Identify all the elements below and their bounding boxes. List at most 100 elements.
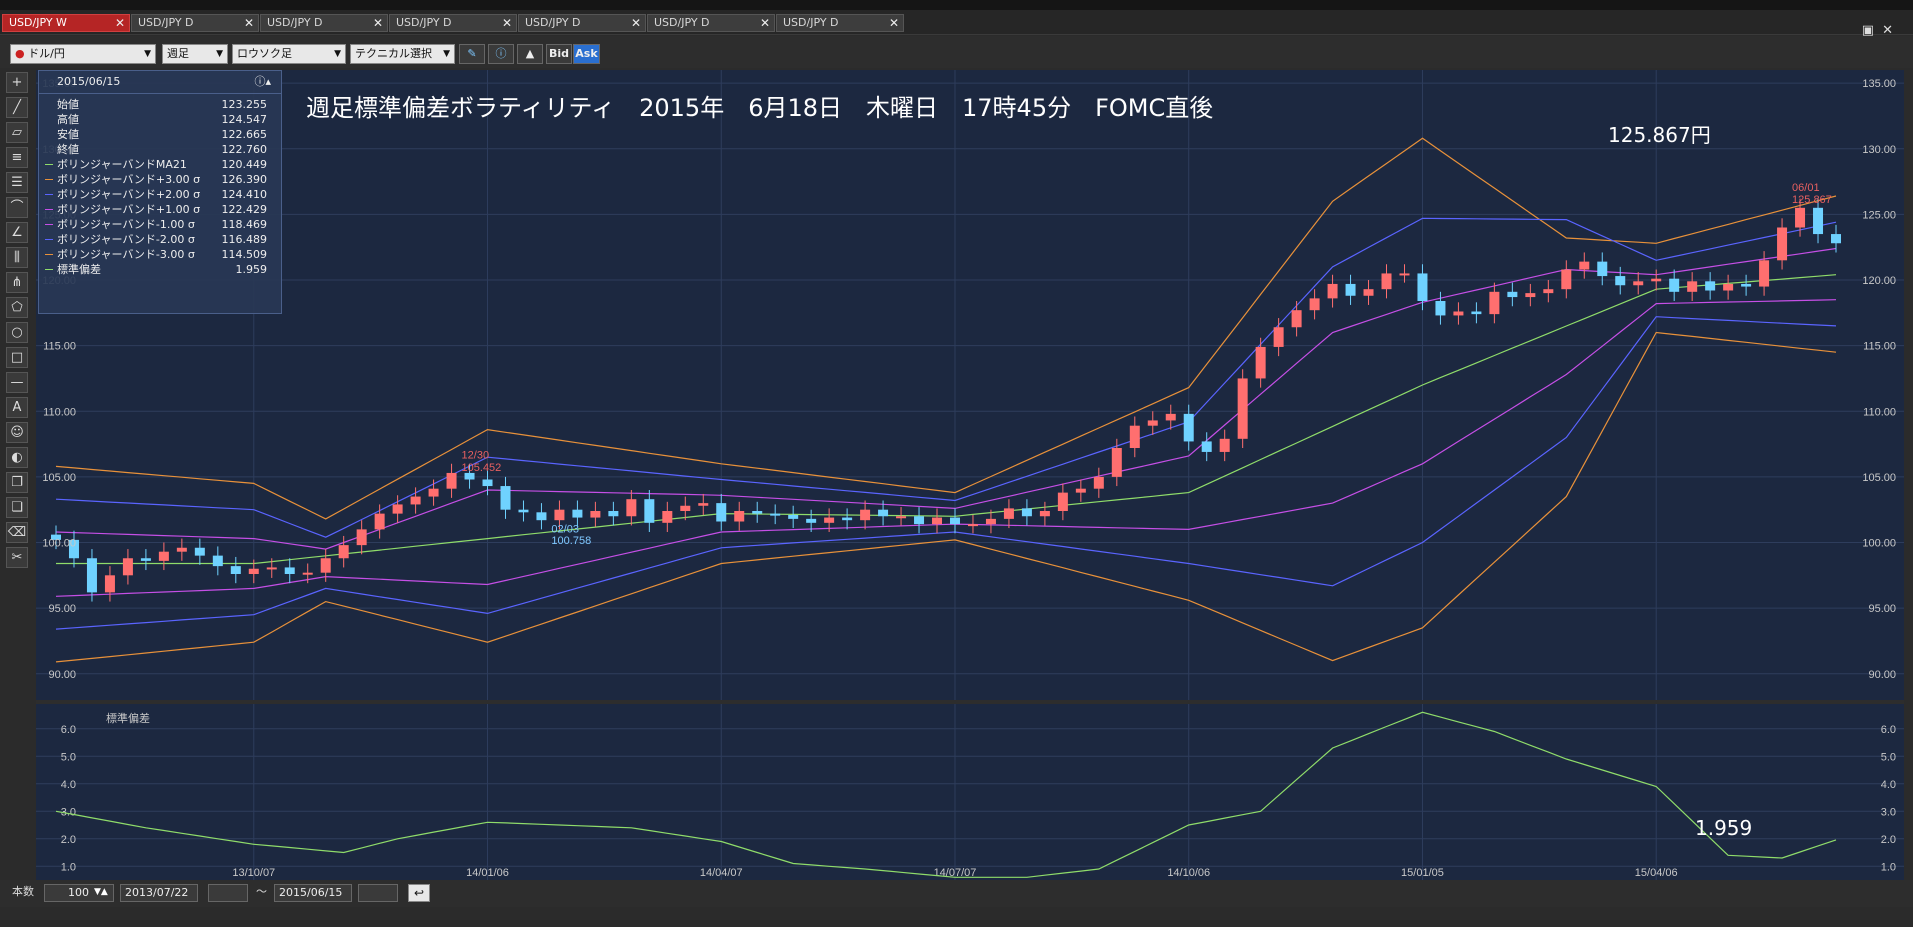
candle-body bbox=[1381, 273, 1392, 290]
tab-usdjpy-d-4[interactable]: USD/JPY D ✕ bbox=[518, 14, 646, 32]
chart-area[interactable]: 135.00135.00130.00130.00125.00125.00120.… bbox=[36, 70, 1904, 880]
to-date-input[interactable]: 2015/06/15 bbox=[274, 884, 352, 902]
legend-value: 116.489 bbox=[221, 233, 268, 246]
legend-row: 終値 122.760 bbox=[39, 142, 279, 157]
drawing-toolbar: + ╱ ▱ ≡ ☰ ⌒ ∠ ⫼ ⋔ ⬠ ○ □ — A ☺ ◐ ❐ ❏ ⌫ ✂ bbox=[6, 72, 30, 572]
tab-usdjpy-d-1[interactable]: USD/JPY D ✕ bbox=[131, 14, 259, 32]
candle-body bbox=[734, 511, 745, 522]
candle-body bbox=[482, 479, 493, 487]
chart-svg[interactable]: 135.00135.00130.00130.00125.00125.00120.… bbox=[36, 70, 1904, 880]
candle-body bbox=[644, 499, 655, 523]
tab-usdjpy-w[interactable]: USD/JPY W ✕ bbox=[2, 14, 130, 32]
tab-label: USD/JPY D bbox=[396, 16, 452, 29]
candle-body bbox=[1561, 269, 1572, 290]
candle-body bbox=[1309, 298, 1320, 311]
legend-swatch bbox=[45, 179, 53, 180]
std-tick-right: 2.0 bbox=[1881, 834, 1896, 846]
eraser-all-icon[interactable]: ✂ bbox=[6, 547, 28, 568]
legend-row: 高値 124.547 bbox=[39, 112, 279, 127]
ruler-icon[interactable]: ▱ bbox=[6, 122, 28, 143]
std-tick-left: 5.0 bbox=[61, 751, 76, 763]
fan-icon[interactable]: ∠ bbox=[6, 222, 28, 243]
close-icon[interactable]: ✕ bbox=[631, 15, 641, 31]
x-tick-label: 15/04/06 bbox=[1635, 867, 1678, 879]
std-tick-left: 6.0 bbox=[61, 724, 76, 736]
candle-body bbox=[1219, 438, 1230, 452]
smiley-icon[interactable]: ☺ bbox=[6, 422, 28, 443]
arc-icon[interactable]: ⌒ bbox=[6, 197, 28, 218]
legend-label: ボリンジャーバンド-1.00 σ bbox=[57, 218, 195, 231]
legend-label: ボリンジャーバンド+2.00 σ bbox=[57, 188, 201, 201]
trendline-icon[interactable]: ╱ bbox=[6, 97, 28, 118]
vertical-lines-icon[interactable]: ⫼ bbox=[6, 247, 28, 268]
chart-type-label: ロウソク足 bbox=[237, 47, 292, 60]
std-tick-right: 3.0 bbox=[1881, 806, 1896, 818]
close-icon[interactable]: ✕ bbox=[244, 15, 254, 31]
close-icon[interactable]: ✕ bbox=[760, 15, 770, 31]
legend-value: 122.665 bbox=[221, 128, 268, 141]
candle-body bbox=[1471, 311, 1482, 315]
from-date-input[interactable]: 2013/07/22 bbox=[120, 884, 198, 902]
price-panel-bg bbox=[36, 70, 1904, 700]
tab-usdjpy-d-2[interactable]: USD/JPY D ✕ bbox=[260, 14, 388, 32]
close-icon[interactable]: ✕ bbox=[502, 15, 512, 31]
pitchfork-icon[interactable]: ⋔ bbox=[6, 272, 28, 293]
horizontal-lines-icon[interactable]: ≡ bbox=[6, 147, 28, 168]
legend-swatch bbox=[45, 269, 53, 270]
copy-icon[interactable]: ❐ bbox=[6, 472, 28, 493]
candle-body bbox=[932, 517, 943, 525]
mountain-chart-icon: ▲ bbox=[525, 47, 535, 60]
circle-icon[interactable]: ○ bbox=[6, 322, 28, 343]
chart-headline: 週足標準偏差ボラティリティ 2015年 6月18日 木曜日 17時45分 FOM… bbox=[306, 94, 1214, 122]
from-time-input[interactable] bbox=[208, 884, 248, 902]
legend-value: 1.959 bbox=[235, 263, 268, 276]
chart-icon-button[interactable]: ▲ bbox=[517, 44, 543, 64]
candle-body bbox=[1615, 276, 1626, 286]
horizontal-line-icon[interactable]: — bbox=[6, 372, 28, 393]
legend-swatch bbox=[45, 239, 53, 240]
tab-usdjpy-d-3[interactable]: USD/JPY D ✕ bbox=[389, 14, 517, 32]
chevron-down-icon: ▼ bbox=[334, 49, 341, 59]
candle-body bbox=[266, 567, 277, 570]
candle-body bbox=[1795, 207, 1806, 228]
rectangle-icon[interactable]: □ bbox=[6, 347, 28, 368]
candle-body bbox=[1147, 420, 1158, 426]
info-button[interactable]: ⓘ bbox=[488, 44, 514, 64]
bid-button[interactable]: Bid bbox=[546, 44, 572, 64]
tab-usdjpy-d-5[interactable]: USD/JPY D ✕ bbox=[647, 14, 775, 32]
technical-select[interactable]: テクニカル選択 ▼ bbox=[350, 44, 455, 64]
paste-icon[interactable]: ❏ bbox=[6, 497, 28, 518]
price-tick-right: 115.00 bbox=[1863, 341, 1896, 353]
x-tick-label: 14/04/07 bbox=[700, 867, 743, 879]
close-icon[interactable]: ✕ bbox=[889, 15, 899, 31]
candle-body bbox=[1111, 448, 1122, 477]
apply-button[interactable]: ↩ bbox=[408, 884, 430, 902]
pair-select[interactable]: ● ドル/円 ▼ bbox=[10, 44, 156, 64]
crosshair-icon[interactable]: + bbox=[6, 72, 28, 93]
to-time-input[interactable] bbox=[358, 884, 398, 902]
candle-body bbox=[1543, 289, 1554, 294]
bars-stepper-icon[interactable]: ▼▲ bbox=[94, 884, 108, 902]
magnet-icon[interactable]: ◐ bbox=[6, 447, 28, 468]
tab-usdjpy-d-6[interactable]: USD/JPY D ✕ bbox=[776, 14, 904, 32]
close-icon[interactable]: ✕ bbox=[115, 15, 125, 31]
chart-type-select[interactable]: ロウソク足 ▼ bbox=[232, 44, 346, 64]
close-icon[interactable]: ✕ bbox=[373, 15, 383, 31]
collapse-icon[interactable]: ⓘ▴ bbox=[254, 71, 271, 93]
std-panel-title: 標準偏差 bbox=[106, 711, 150, 725]
pen-button[interactable]: ✎ bbox=[459, 44, 485, 64]
pentagon-icon[interactable]: ⬠ bbox=[6, 297, 28, 318]
text-icon[interactable]: A bbox=[6, 397, 28, 418]
candle-body bbox=[536, 512, 547, 521]
legend-swatch bbox=[45, 164, 53, 165]
ask-button[interactable]: Ask bbox=[573, 44, 600, 64]
bars-value: 100 bbox=[68, 886, 89, 899]
candle-body bbox=[320, 558, 331, 573]
chevron-down-icon: ▼ bbox=[443, 49, 450, 59]
period-select[interactable]: 週足 ▼ bbox=[162, 44, 228, 64]
fibonacci-icon[interactable]: ☰ bbox=[6, 172, 28, 193]
candle-body bbox=[1399, 273, 1410, 276]
candle-body bbox=[1597, 261, 1608, 277]
eraser-icon[interactable]: ⌫ bbox=[6, 522, 28, 543]
tab-label: USD/JPY W bbox=[9, 16, 67, 29]
